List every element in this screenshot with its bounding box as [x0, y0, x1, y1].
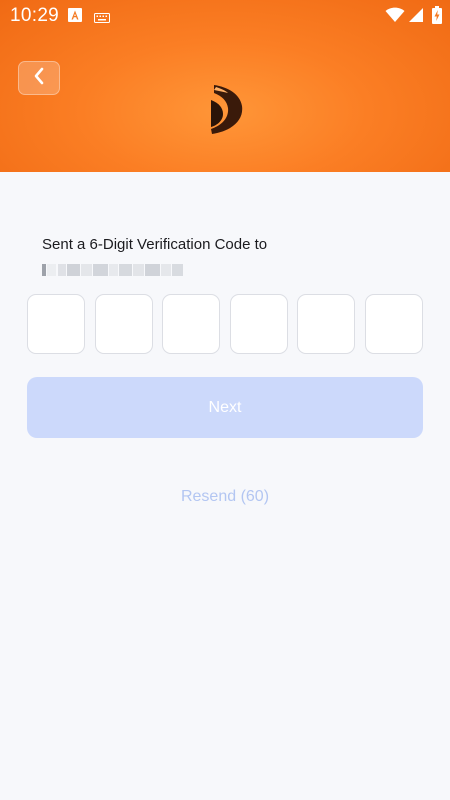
code-digit-box-2[interactable] [94, 294, 153, 354]
verification-code-input [27, 294, 423, 356]
next-button-label: Next [208, 398, 242, 416]
code-digit-box-1[interactable] [27, 294, 85, 354]
code-digit-box-5[interactable] [297, 294, 356, 354]
code-digit-box-6[interactable] [365, 294, 423, 354]
verification-screen: 10:29 Sent a 6-Digit Verification Code t… [0, 0, 450, 800]
chevron-left-icon [33, 67, 45, 90]
next-button[interactable]: Next [27, 377, 423, 438]
battery-charging-icon [432, 6, 442, 29]
recipient-masked [42, 262, 184, 278]
sent-code-label: Sent a 6-Digit Verification Code to [42, 236, 268, 253]
status-bar: 10:29 [0, 0, 450, 32]
text-a-icon [68, 8, 82, 27]
code-digit-box-3[interactable] [162, 294, 221, 354]
back-button[interactable] [18, 61, 60, 95]
brand-logo-icon [208, 84, 246, 141]
signal-icon [409, 8, 423, 27]
wifi-icon [385, 7, 405, 28]
code-digit-box-4[interactable] [229, 294, 288, 354]
keyboard-icon [94, 10, 110, 28]
header-banner: 10:29 [0, 0, 450, 172]
status-time: 10:29 [10, 5, 60, 26]
resend-link[interactable]: Resend (60) [0, 488, 450, 506]
